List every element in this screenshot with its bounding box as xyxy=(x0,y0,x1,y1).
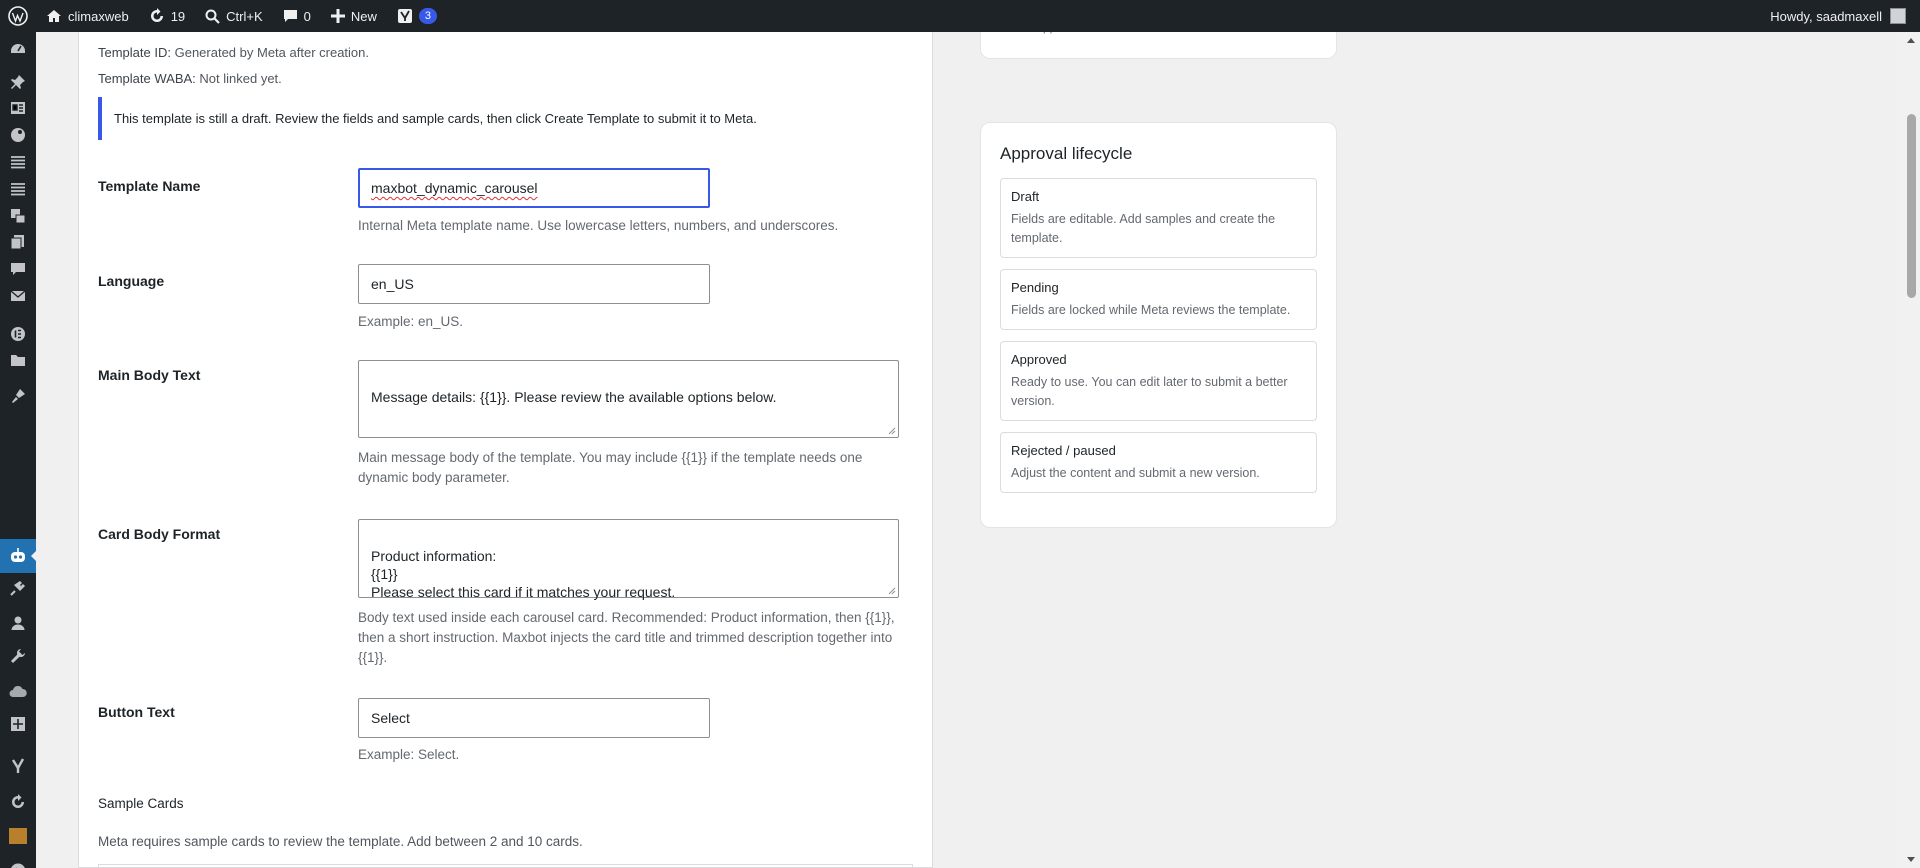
stage-name: Rejected / paused xyxy=(1011,443,1116,458)
updates-icon xyxy=(149,8,165,24)
pages-icon[interactable] xyxy=(8,232,28,252)
stage-name: Approved xyxy=(1011,352,1067,367)
stage-name: Pending xyxy=(1011,280,1059,295)
template-id-label: Template ID: xyxy=(98,45,171,60)
tools-icon[interactable] xyxy=(8,646,28,666)
language-label: Language xyxy=(98,273,165,289)
command-shortcut: Ctrl+K xyxy=(226,8,263,24)
stage-description: Fields are locked while Meta reviews the… xyxy=(1011,303,1291,317)
home-icon xyxy=(46,8,62,24)
admin-bar: climaxweb 19 Ctrl+K 0 New 3 Howdy, saadm… xyxy=(0,0,1920,32)
main-body-text-textarea[interactable]: Message details: {{1}}. Please review th… xyxy=(358,360,899,438)
avatar xyxy=(1890,8,1906,24)
template-name-value: maxbot_dynamic_carousel xyxy=(371,180,538,196)
wordpress-logo-icon[interactable] xyxy=(0,0,36,32)
page-scrollbar[interactable] xyxy=(1903,32,1920,868)
stage-name: Draft xyxy=(1011,189,1040,204)
lifecycle-stage-rejected: Rejected / paused Adjust the content and… xyxy=(1000,432,1317,493)
lifecycle-stage-draft: Draft Fields are editable. Add samples a… xyxy=(1000,178,1317,258)
main-body-text-help: Main message body of the template. You m… xyxy=(358,450,863,485)
mail-icon[interactable] xyxy=(8,286,28,306)
site-name-link[interactable]: climaxweb xyxy=(36,0,139,32)
language-input[interactable]: en_US xyxy=(358,264,710,304)
template-waba-label: Template WABA: xyxy=(98,71,196,86)
new-content-link[interactable]: New xyxy=(321,0,387,32)
sample-card-container xyxy=(98,864,913,867)
main-body-text-label: Main Body Text xyxy=(98,367,201,383)
card-body-format-textarea[interactable]: Product information: {{1}} Please select… xyxy=(358,519,899,600)
admin-sidebar xyxy=(0,32,37,868)
site-name: climaxweb xyxy=(68,8,129,24)
menu-lines-icon[interactable] xyxy=(8,179,28,199)
comments-link[interactable]: 0 xyxy=(273,0,321,32)
approval-lifecycle-card: Approval lifecycle Draft Fields are edit… xyxy=(980,122,1337,528)
template-name-help: Internal Meta template name. Use lowerca… xyxy=(358,218,839,233)
lifecycle-stage-pending: Pending Fields are locked while Meta rev… xyxy=(1000,269,1317,330)
media-icon[interactable] xyxy=(8,98,28,118)
card-body-format-label: Card Body Format xyxy=(98,526,221,542)
elementor-icon[interactable] xyxy=(8,324,28,344)
account-menu[interactable]: Howdy, saadmaxell xyxy=(1770,8,1920,24)
play-icon[interactable] xyxy=(8,861,28,868)
stage-description: Fields are editable. Add samples and cre… xyxy=(1011,212,1276,245)
template-id-value: Generated by Meta after creation. xyxy=(174,45,369,60)
resize-handle-icon[interactable] xyxy=(888,587,896,595)
plugin-folder-icon[interactable] xyxy=(8,826,28,846)
new-label: New xyxy=(350,8,377,24)
resize-handle-icon[interactable] xyxy=(888,427,896,435)
draft-notice: This template is still a draft. Review t… xyxy=(98,97,928,140)
card-body-format-value: Product information: {{1}} Please select… xyxy=(371,548,676,600)
card-body-format-help: Body text used inside each carousel card… xyxy=(358,610,895,665)
greeting: Howdy, saadmaxell xyxy=(1770,8,1882,24)
sample-cards-title: Sample Cards xyxy=(98,796,184,811)
pin-icon[interactable] xyxy=(8,72,28,92)
language-value: en_US xyxy=(371,276,414,292)
template-name-label: Template Name xyxy=(98,178,201,194)
list-icon[interactable] xyxy=(8,152,28,172)
cloud-icon[interactable] xyxy=(8,682,28,702)
lifecycle-title: Approval lifecycle xyxy=(1000,144,1133,163)
button-text-label: Button Text xyxy=(98,704,175,720)
robot-icon[interactable] xyxy=(8,546,28,566)
button-text-value: Select xyxy=(371,710,410,726)
command-palette-link[interactable]: Ctrl+K xyxy=(195,0,272,32)
settings-grid-icon[interactable] xyxy=(8,714,28,734)
button-text-help: Example: Select. xyxy=(358,747,460,762)
updates-count: 19 xyxy=(170,8,186,24)
updates-link[interactable]: 19 xyxy=(139,0,195,32)
lifecycle-stage-approved: Approved Ready to use. You can edit late… xyxy=(1000,341,1317,421)
yoast-seo-icon[interactable] xyxy=(8,756,28,776)
yoast-badge: 3 xyxy=(418,8,438,24)
main-body-text-value: Message details: {{1}}. Please review th… xyxy=(371,389,777,405)
yoast-menu[interactable]: 3 xyxy=(387,0,447,32)
comments-icon[interactable] xyxy=(8,259,28,279)
scroll-down-arrow-icon[interactable] xyxy=(1907,857,1915,862)
brush-icon[interactable] xyxy=(8,386,28,406)
template-id-line: Template ID: Generated by Meta after cre… xyxy=(98,45,369,60)
sample-cards-help: Meta requires sample cards to review the… xyxy=(98,834,583,849)
template-name-input[interactable]: maxbot_dynamic_carousel xyxy=(358,168,710,208)
users-icon[interactable] xyxy=(8,613,28,633)
scroll-up-arrow-icon[interactable] xyxy=(1907,38,1915,43)
template-waba-value: Not linked yet. xyxy=(199,71,282,86)
palette-icon[interactable] xyxy=(8,125,28,145)
yoast-icon xyxy=(397,8,413,24)
template-waba-line: Template WABA: Not linked yet. xyxy=(98,71,282,86)
search-icon xyxy=(205,9,220,24)
plugins-icon[interactable] xyxy=(8,578,28,598)
draft-notice-text: This template is still a draft. Review t… xyxy=(114,111,757,126)
dashboard-icon[interactable] xyxy=(8,38,28,58)
comments-count: 0 xyxy=(303,8,311,24)
folder-icon[interactable] xyxy=(8,350,28,370)
scrollbar-thumb[interactable] xyxy=(1907,114,1916,298)
plus-icon xyxy=(330,9,345,23)
media-library-icon[interactable] xyxy=(8,206,28,226)
button-text-input[interactable]: Select xyxy=(358,698,710,738)
sync-icon[interactable] xyxy=(8,792,28,812)
comment-icon xyxy=(283,9,298,24)
stage-description: Adjust the content and submit a new vers… xyxy=(1011,466,1260,480)
stage-description: Ready to use. You can edit later to subm… xyxy=(1011,375,1288,408)
language-help: Example: en_US. xyxy=(358,314,464,329)
template-editor-panel: Template ID: Generated by Meta after cre… xyxy=(78,32,933,868)
